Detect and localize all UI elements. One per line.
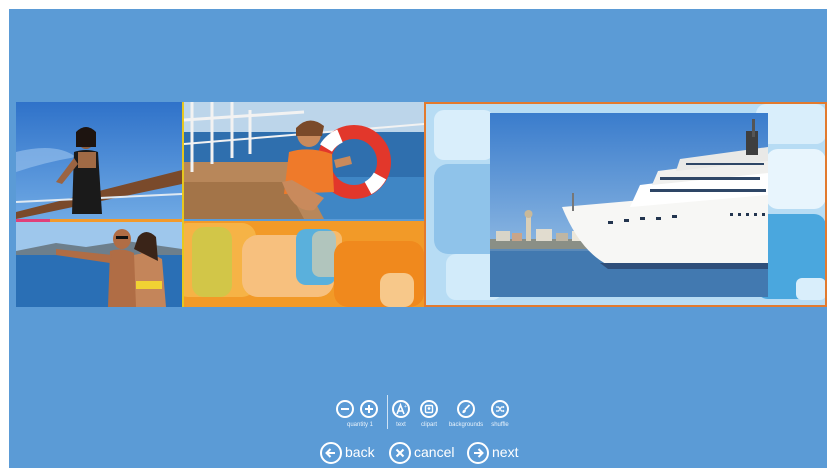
- svg-text:+: +: [404, 404, 407, 410]
- minus-circle-icon: [336, 400, 354, 418]
- photo-couple-on-boat[interactable]: [16, 221, 182, 307]
- cancel-label: cancel: [414, 444, 455, 460]
- paint-brush-icon: [457, 400, 475, 418]
- clipart-icon: [420, 400, 438, 418]
- back-label: back: [345, 444, 375, 460]
- plus-circle-icon: [360, 400, 378, 418]
- photo-woman-at-railing[interactable]: [16, 102, 182, 219]
- next-label: next: [492, 444, 519, 460]
- collage-accent-strip: [50, 219, 182, 222]
- x-circle-icon: [389, 442, 411, 464]
- photo-girl-with-life-buoy[interactable]: [184, 102, 424, 219]
- shuffle-icon: [491, 400, 509, 418]
- collage-accent-strip: [16, 219, 50, 222]
- selected-layout-card[interactable]: [424, 102, 827, 307]
- collage-pattern-panel[interactable]: [184, 221, 424, 307]
- collage-accent-strip: [182, 102, 184, 307]
- arrow-left-icon: [320, 442, 342, 464]
- shuffle-label: shuffle: [491, 422, 509, 428]
- photo-cruise-ship[interactable]: [490, 113, 768, 297]
- app-canvas: quantity 1 + text clipart backgrounds sh…: [9, 9, 827, 468]
- text-size-icon: +: [392, 400, 410, 418]
- arrow-right-icon: [467, 442, 489, 464]
- quantity-label: quantity 1: [346, 422, 374, 428]
